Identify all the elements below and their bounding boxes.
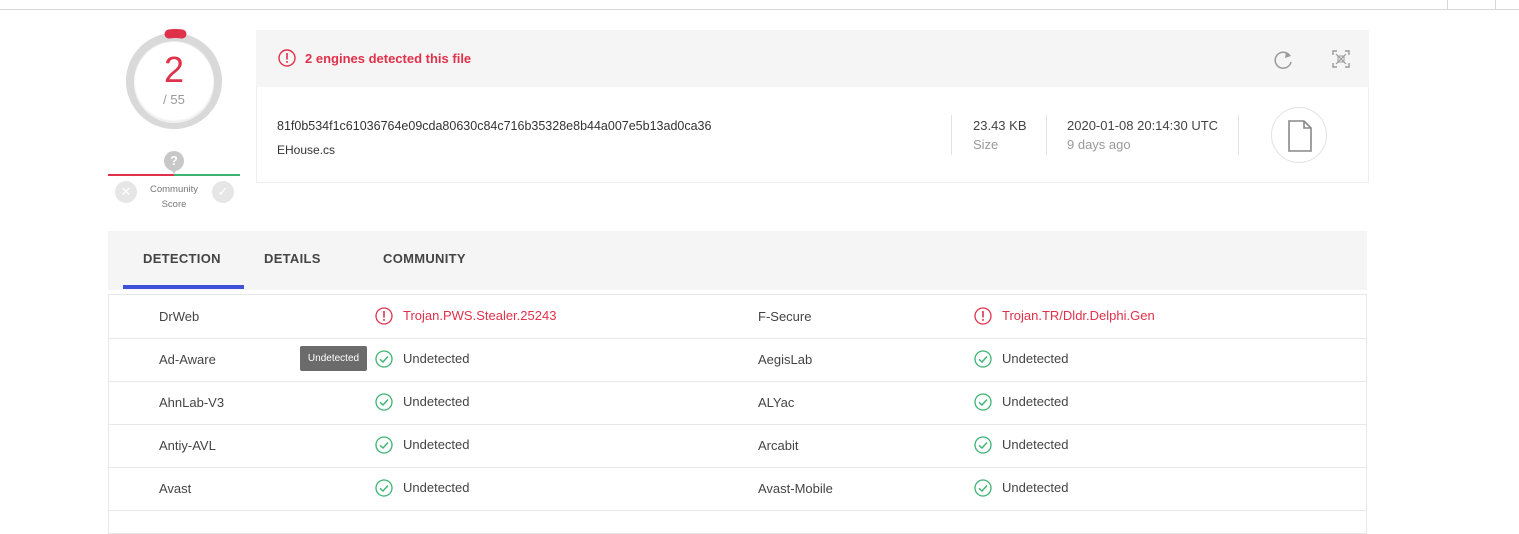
divider [1238,115,1239,155]
detection-score-gauge: 2 / 55 [120,27,228,135]
detection-alert-bar: 2 engines detected this file [256,30,1369,87]
tooltip: Undetected [300,346,367,371]
analysis-date-value: 2020-01-08 20:14:30 UTC [1067,118,1219,133]
community-score: ? ✕ Community Score ✓ [108,148,240,214]
top-bar-divider [1495,0,1496,9]
alert-circle-icon [974,307,992,325]
tab-community[interactable]: COMMUNITY [383,251,466,266]
file-type-badge [1271,107,1327,163]
detected-count: 2 [163,49,185,90]
question-icon[interactable]: ? [164,151,184,171]
detection-result-text: Undetected [1002,394,1069,409]
engine-name: DrWeb [159,309,200,324]
file-info-card: 81f0b534f1c61036764e09cda80630c84c716b35… [256,87,1369,183]
detection-result-text: Undetected [1002,437,1069,452]
detection-result-text: Undetected [403,394,470,409]
alert-circle-icon [375,307,393,325]
table-row: AhnLab-V3 Undetected ALYac Undetected [109,381,1366,425]
engine-name: AhnLab-V3 [159,395,225,410]
expand-icon[interactable] [1332,50,1350,68]
analysis-date-relative: 9 days ago [1067,137,1131,152]
vote-harmless-icon[interactable]: ✓ [212,181,234,203]
vote-harmful-icon[interactable]: ✕ [115,181,137,203]
table-row: Antiy-AVL Undetected Arcabit Undetected [109,424,1366,468]
engine-name: F-Secure [758,309,812,324]
alert-circle-icon [278,49,296,67]
tab-details[interactable]: DETAILS [264,251,321,266]
check-circle-icon [974,350,992,368]
detection-result-text: Trojan.PWS.Stealer.25243 [403,308,557,323]
engine-name: Avast-Mobile [758,481,833,496]
detection-table: DrWeb Trojan.PWS.Stealer.25243 F-Secure Tro… [108,294,1367,534]
browser-top-bar [0,0,1519,10]
detection-result-text: Undetected [403,480,470,495]
check-circle-icon [974,436,992,454]
detection-result-text: Undetected [403,351,470,366]
divider [1046,115,1047,155]
check-circle-icon [974,393,992,411]
detection-result-text: Undetected [1002,351,1069,366]
tab-bar: DETECTION DETAILS COMMUNITY [108,231,1367,290]
check-circle-icon [375,479,393,497]
check-circle-icon [375,436,393,454]
detection-alert-text: 2 engines detected this file [305,51,472,66]
engine-name: Arcabit [758,438,799,453]
engine-name: AegisLab [758,352,813,367]
reload-icon[interactable] [1273,49,1295,71]
file-size-label: Size [973,137,999,152]
detection-result-text: Undetected [1002,480,1069,495]
community-score-negative-bar [108,174,174,176]
engine-name: ALYac [758,395,795,410]
total-engines: / 55 [163,92,185,107]
table-row: DrWeb Trojan.PWS.Stealer.25243 F-Secure Tro… [109,295,1366,339]
community-score-label: Community Score [149,184,199,210]
divider [951,115,952,155]
file-name: EHouse.cs [277,143,336,157]
check-circle-icon [375,393,393,411]
check-circle-icon [375,350,393,368]
file-hash: 81f0b534f1c61036764e09cda80630c84c716b35… [277,119,712,133]
table-row: Ad-Aware Undetected AegisLab Undetected [109,338,1366,382]
table-row: Avast Undetected Avast-Mobile Undetected [109,467,1366,511]
file-size-value: 23.43 KB [973,118,1027,133]
tab-detection[interactable]: DETECTION [143,251,221,266]
engine-name: Avast [159,481,192,496]
engine-name: Antiy-AVL [159,438,216,453]
check-circle-icon [974,479,992,497]
active-tab-indicator [123,285,244,289]
file-icon [1288,120,1312,152]
engine-name: Ad-Aware [159,352,216,367]
detection-result-text: Undetected [403,437,470,452]
top-bar-divider [1447,0,1448,9]
community-score-positive-bar [174,174,240,176]
detection-result-text: Trojan.TR/Dldr.Delphi.Gen [1002,308,1155,323]
